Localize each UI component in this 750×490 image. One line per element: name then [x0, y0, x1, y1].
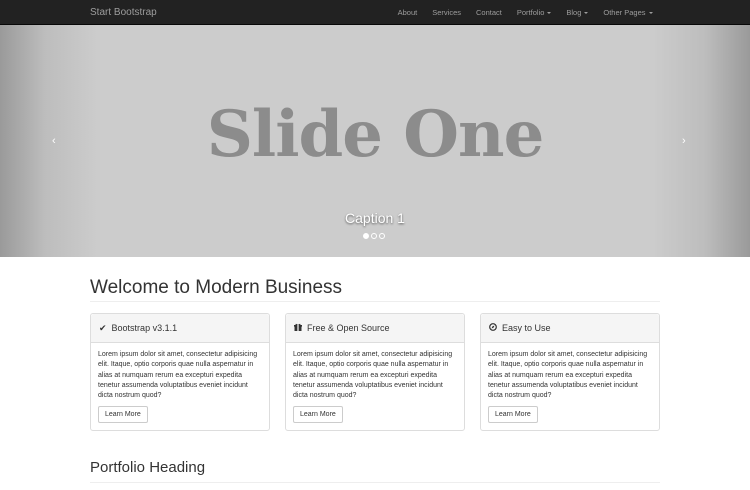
- slide-image-text: Slide One: [206, 97, 545, 172]
- panel-text: Lorem ipsum dolor sit amet, consectetur …: [488, 351, 648, 400]
- hero-carousel: Slide One ‹ › Caption 1: [0, 25, 750, 257]
- nav-item-about[interactable]: About: [390, 0, 425, 25]
- caret-down-icon: [648, 12, 653, 15]
- carousel-indicators: [363, 233, 385, 239]
- nav-item-label: Contact: [476, 8, 502, 17]
- nav-item-contact[interactable]: Contact: [469, 0, 510, 25]
- nav-item-label: Portfolio: [516, 8, 545, 17]
- carousel-indicator-3[interactable]: [379, 233, 385, 239]
- panel-heading: Easy to Use: [481, 314, 659, 343]
- learn-more-button[interactable]: Learn More: [488, 406, 538, 424]
- caret-down-icon: [547, 12, 552, 15]
- navbar-menu: About Services Contact Portfolio Blog Ot…: [390, 0, 660, 25]
- nav-item-label: About: [397, 8, 418, 17]
- feature-panel: Easy to Use Lorem ipsum dolor sit amet, …: [480, 313, 660, 431]
- gift-icon: [294, 323, 302, 333]
- portfolio-heading: Portfolio Heading: [90, 459, 660, 483]
- nav-item-label: Services: [432, 8, 461, 17]
- navbar-brand[interactable]: Start Bootstrap: [90, 0, 157, 25]
- feature-panel: ✔ Bootstrap v3.1.1 Lorem ipsum dolor sit…: [90, 313, 270, 431]
- feature-panel: Free & Open Source Lorem ipsum dolor sit…: [285, 313, 465, 431]
- panel-title: Bootstrap v3.1.1: [111, 323, 178, 333]
- nav-item-label: Other Pages: [603, 8, 646, 17]
- nav-item-other-pages[interactable]: Other Pages: [596, 0, 660, 25]
- check-icon: ✔: [99, 322, 107, 333]
- carousel-indicator-1[interactable]: [363, 233, 369, 239]
- carousel-prev-icon[interactable]: ‹: [52, 135, 56, 147]
- page-title: Welcome to Modern Business: [90, 277, 660, 302]
- panel-text: Lorem ipsum dolor sit amet, consectetur …: [98, 351, 258, 400]
- nav-item-blog[interactable]: Blog: [559, 0, 596, 25]
- panel-heading: ✔ Bootstrap v3.1.1: [91, 314, 269, 343]
- navbar: Start Bootstrap About Services Contact P…: [0, 0, 750, 25]
- nav-item-portfolio[interactable]: Portfolio: [509, 0, 559, 25]
- panel-body: Lorem ipsum dolor sit amet, consectetur …: [286, 343, 464, 430]
- panel-heading: Free & Open Source: [286, 314, 464, 343]
- panel-text: Lorem ipsum dolor sit amet, consectetur …: [293, 351, 453, 400]
- panel-body: Lorem ipsum dolor sit amet, consectetur …: [481, 343, 659, 430]
- learn-more-button[interactable]: Learn More: [293, 406, 343, 424]
- panel-title: Free & Open Source: [307, 323, 390, 333]
- panel-title: Easy to Use: [502, 323, 551, 333]
- panel-body: Lorem ipsum dolor sit amet, consectetur …: [91, 343, 269, 430]
- carousel-caption: Caption 1: [345, 210, 405, 226]
- nav-item-services[interactable]: Services: [425, 0, 469, 25]
- carousel-indicator-2[interactable]: [371, 233, 377, 239]
- compass-icon: [489, 323, 497, 333]
- caret-down-icon: [584, 12, 589, 15]
- learn-more-button[interactable]: Learn More: [98, 406, 148, 424]
- carousel-next-icon[interactable]: ›: [682, 135, 686, 147]
- nav-item-label: Blog: [566, 8, 582, 17]
